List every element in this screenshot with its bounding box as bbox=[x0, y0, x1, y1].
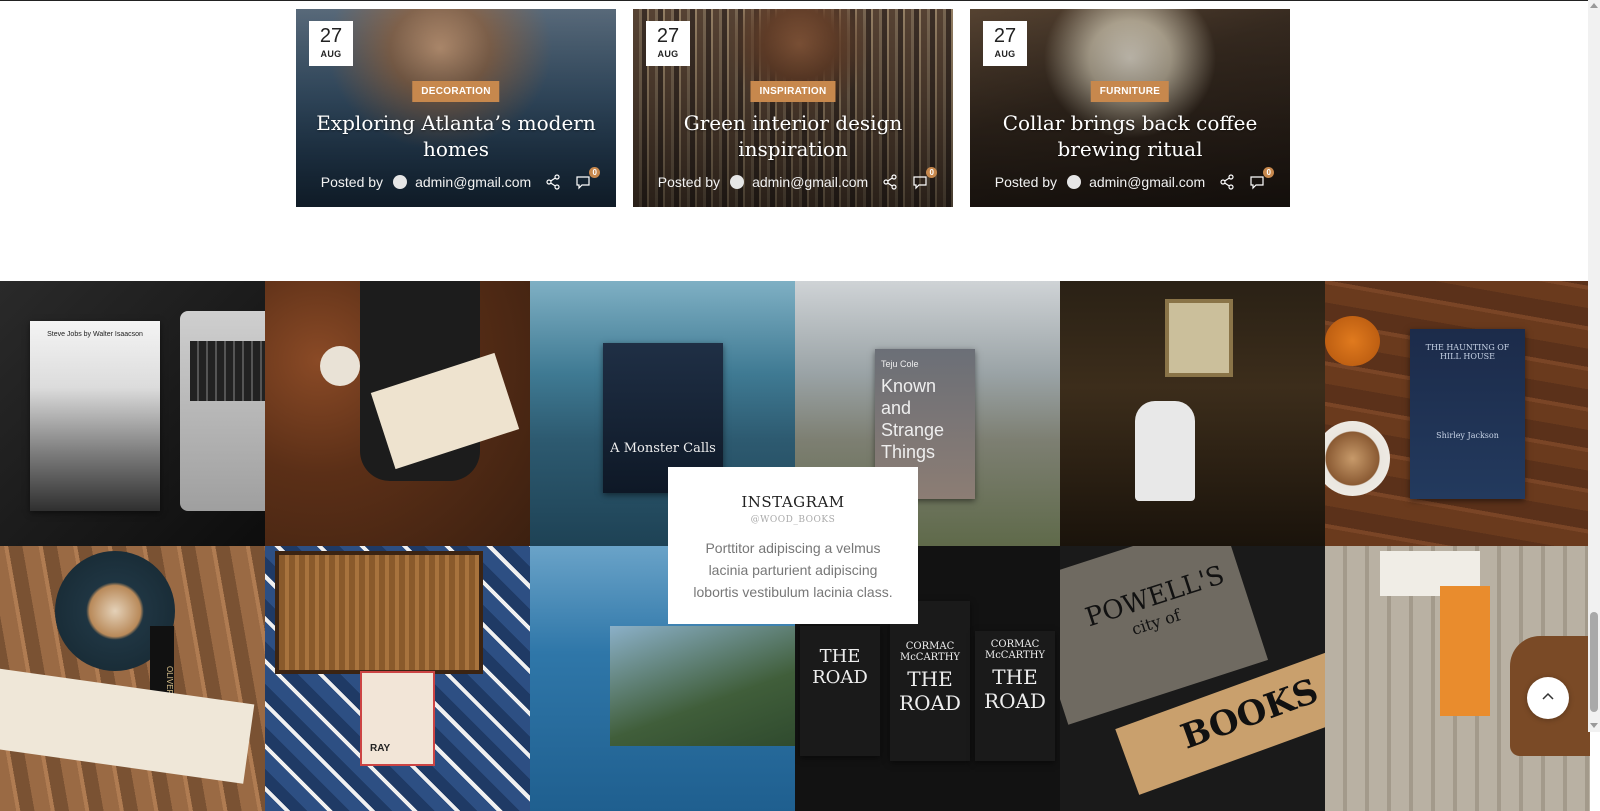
author-link[interactable]: admin@gmail.com bbox=[752, 174, 868, 190]
post-title[interactable]: Collar brings back coffee brewing ritual bbox=[990, 110, 1270, 162]
date-day: 27 bbox=[993, 25, 1017, 47]
book-author: Shirley Jackson bbox=[1436, 431, 1499, 440]
comment-count: 0 bbox=[589, 167, 601, 178]
book-title: THE HAUNTING OF HILL HOUSE bbox=[1425, 343, 1510, 361]
book-cover: THE ROAD bbox=[800, 626, 880, 756]
book-author: CORMAC McCARTHY bbox=[984, 639, 1046, 661]
book-cover: CORMAC McCARTHY THE ROAD bbox=[890, 601, 970, 761]
instagram-photo[interactable] bbox=[265, 281, 530, 546]
post-title[interactable]: Exploring Atlanta’s modern homes bbox=[316, 110, 596, 162]
share-icon[interactable] bbox=[545, 174, 561, 190]
posted-by-label: Posted by bbox=[994, 174, 1058, 190]
book-cover bbox=[610, 626, 795, 746]
comment-icon[interactable]: 0 bbox=[1249, 167, 1275, 190]
book-title: THE ROAD bbox=[899, 667, 961, 715]
avatar bbox=[1067, 175, 1082, 189]
date-day: 27 bbox=[656, 25, 680, 47]
comment-icon[interactable]: 0 bbox=[575, 167, 601, 190]
date-month: AUG bbox=[994, 49, 1016, 59]
post-meta: Posted by admin@gmail.com 0 bbox=[970, 167, 1290, 190]
instagram-title: INSTAGRAM bbox=[741, 493, 845, 511]
avatar bbox=[393, 175, 408, 189]
instagram-photo[interactable]: POWELL'S city of BOOKS bbox=[1060, 546, 1325, 811]
coffee-cup bbox=[1325, 421, 1390, 496]
scroll-down-arrow[interactable] bbox=[1590, 723, 1598, 728]
comment-count: 0 bbox=[926, 167, 938, 178]
date-day: 27 bbox=[319, 25, 343, 47]
book-cover: Steve Jobs by Walter Isaacson bbox=[30, 321, 160, 511]
post-meta: Posted by admin@gmail.com 0 bbox=[633, 167, 953, 190]
instagram-photo[interactable]: RAY bbox=[265, 546, 530, 811]
mug bbox=[320, 346, 360, 386]
post-meta: Posted by admin@gmail.com 0 bbox=[296, 167, 616, 190]
instagram-photo[interactable] bbox=[1060, 281, 1325, 546]
book-title: THE ROAD bbox=[984, 665, 1046, 713]
chevron-up-icon bbox=[1541, 689, 1555, 707]
date-badge: 27 AUG bbox=[646, 21, 690, 66]
picture-frame bbox=[1165, 299, 1233, 377]
author-link[interactable]: admin@gmail.com bbox=[1089, 174, 1205, 190]
comment-icon[interactable]: 0 bbox=[912, 167, 938, 190]
share-icon[interactable] bbox=[882, 174, 898, 190]
category-tag[interactable]: INSPIRATION bbox=[750, 81, 836, 102]
category-tag[interactable]: DECORATION bbox=[412, 81, 500, 102]
blog-card[interactable]: 27 AUG INSPIRATION Green interior design… bbox=[633, 9, 953, 207]
date-month: AUG bbox=[320, 49, 342, 59]
instagram-handle[interactable]: @WOOD_BOOKS bbox=[668, 515, 918, 525]
person bbox=[1135, 401, 1195, 501]
date-badge: 27 AUG bbox=[983, 21, 1027, 66]
scroll-up-arrow[interactable] bbox=[1590, 3, 1598, 8]
category-tag[interactable]: FURNITURE bbox=[1090, 81, 1170, 102]
posted-by-label: Posted by bbox=[320, 174, 384, 190]
blog-card[interactable]: 27 AUG FURNITURE Collar brings back coff… bbox=[970, 9, 1290, 207]
back-to-top-button[interactable] bbox=[1527, 677, 1569, 719]
blog-card[interactable]: 27 AUG DECORATION Exploring Atlanta’s mo… bbox=[296, 9, 616, 207]
date-month: AUG bbox=[657, 49, 679, 59]
instagram-description: Porttitor adipiscing a velmus lacinia pa… bbox=[693, 540, 893, 600]
picnic-basket bbox=[275, 551, 483, 674]
book-cover: CORMAC McCARTHY THE ROAD bbox=[975, 631, 1055, 761]
scrollbar-thumb[interactable] bbox=[1590, 612, 1598, 712]
instagram-photo[interactable]: Steve Jobs by Walter Isaacson bbox=[0, 281, 265, 546]
book-cover: THE HAUNTING OF HILL HOUSE Shirley Jacks… bbox=[1410, 329, 1525, 499]
avatar bbox=[730, 175, 745, 189]
instagram-caption: INSTAGRAM @WOOD_BOOKS Porttitor adipisci… bbox=[668, 467, 918, 624]
posted-by-label: Posted by bbox=[657, 174, 721, 190]
book-author: Teju Cole bbox=[881, 359, 919, 369]
comment-count: 0 bbox=[1263, 167, 1275, 178]
top-border bbox=[0, 0, 1588, 1]
post-title[interactable]: Green interior design inspiration bbox=[653, 110, 933, 162]
book-author: CORMAC McCARTHY bbox=[899, 641, 961, 663]
book-cover bbox=[1440, 586, 1490, 716]
book-title: Known and Strange Things bbox=[881, 376, 945, 462]
scrollbar[interactable] bbox=[1588, 0, 1600, 732]
author-link[interactable]: admin@gmail.com bbox=[415, 174, 531, 190]
book-cover: RAY bbox=[360, 671, 435, 766]
instagram-photo[interactable]: OLIVER bbox=[0, 546, 265, 811]
instagram-photo[interactable]: THE HAUNTING OF HILL HOUSE Shirley Jacks… bbox=[1325, 281, 1590, 546]
open-book bbox=[0, 668, 255, 784]
pumpkin bbox=[1325, 316, 1380, 366]
date-badge: 27 AUG bbox=[309, 21, 353, 66]
share-icon[interactable] bbox=[1219, 174, 1235, 190]
